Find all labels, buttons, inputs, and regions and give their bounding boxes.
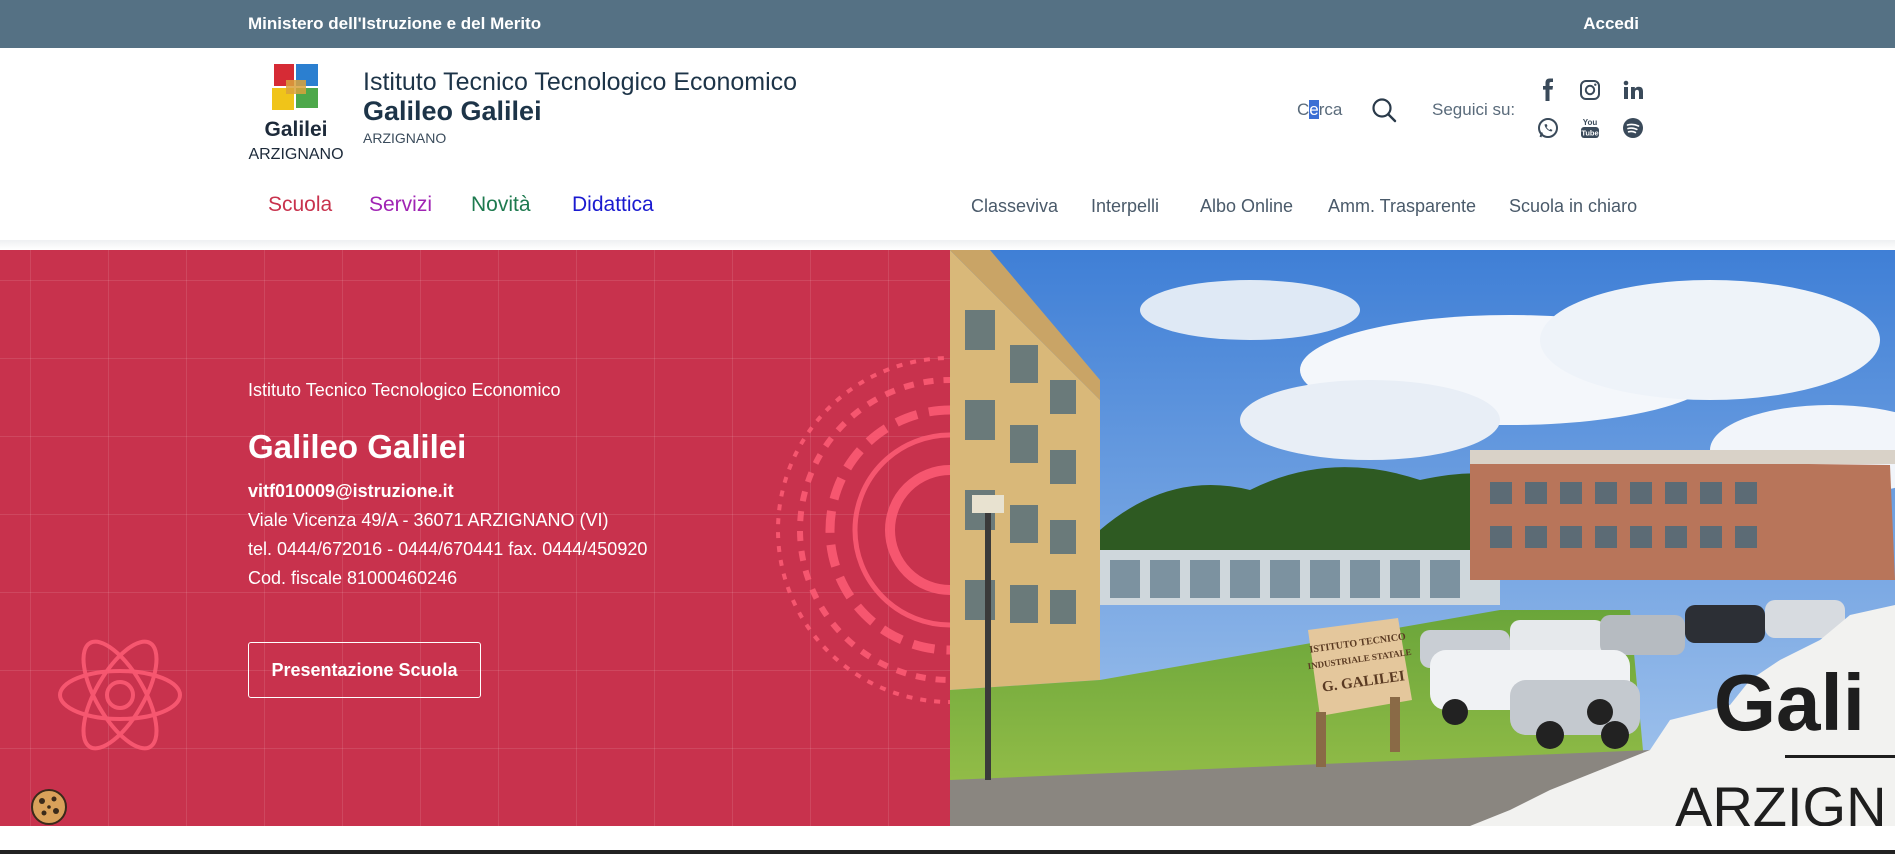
svg-text:You: You (1583, 118, 1598, 127)
link-amm-trasparente[interactable]: Amm. Trasparente (1328, 196, 1476, 217)
link-interpelli[interactable]: Interpelli (1091, 196, 1159, 217)
facebook-icon[interactable] (1536, 78, 1560, 102)
atom-icon (58, 639, 182, 751)
whatsapp-icon[interactable] (1536, 116, 1560, 140)
circles-decoration-icon (776, 356, 950, 704)
nav-novita[interactable]: Novità (471, 193, 531, 217)
youtube-icon[interactable]: You Tube (1578, 116, 1602, 140)
search-label[interactable]: Cerca (1297, 100, 1342, 120)
presentation-button[interactable]: Presentazione Scuola (248, 642, 481, 698)
svg-text:Tube: Tube (1581, 129, 1598, 138)
hero-phone: tel. 0444/672016 - 0444/670441 fax. 0444… (248, 539, 648, 559)
link-albo-online[interactable]: Albo Online (1200, 196, 1293, 217)
overlay-text-gali: Gali (1714, 658, 1865, 747)
linkedin-icon[interactable] (1621, 78, 1645, 102)
brand-subtitle[interactable]: Istituto Tecnico Tecnologico Economico (363, 68, 797, 97)
login-link[interactable]: Accedi (1583, 14, 1639, 34)
follow-label: Seguici su: (1432, 100, 1516, 119)
instagram-icon[interactable] (1578, 78, 1602, 102)
nav-didattica[interactable]: Didattica (572, 193, 654, 217)
hero-subtitle: Istituto Tecnico Tecnologico Economico (248, 380, 561, 400)
school-logo[interactable]: Galilei ARZIGNANO (248, 62, 344, 174)
brand-city: ARZIGNANO (363, 130, 447, 146)
site-header: Galilei ARZIGNANO Istituto Tecnico Tecno… (0, 48, 1895, 240)
search-button[interactable] (1370, 96, 1398, 124)
school-photo-illustration: ISTITUTO TECNICO INDUSTRIALE STATALE G. … (950, 250, 1895, 826)
hero-address: Viale Vicenza 49/A - 36071 ARZIGNANO (VI… (248, 510, 609, 530)
overlay-text-arzignano: ARZIGN (1675, 775, 1887, 826)
nav-servizi[interactable]: Servizi (369, 193, 432, 217)
ministry-link[interactable]: Ministero dell'Istruzione e del Merito (248, 14, 541, 34)
header-shadow (0, 240, 1895, 250)
search-icon (1372, 98, 1397, 123)
hero-email[interactable]: vitf010009@istruzione.it (248, 481, 454, 502)
link-classeviva[interactable]: Classeviva (971, 196, 1058, 217)
school-photo: ISTITUTO TECNICO INDUSTRIALE STATALE G. … (950, 250, 1895, 826)
spotify-icon[interactable] (1621, 116, 1645, 140)
brand-title[interactable]: Galileo Galilei (363, 96, 542, 127)
logo-mark-icon (272, 64, 318, 110)
logo-city: ARZIGNANO (248, 146, 344, 163)
hero-panel (0, 250, 950, 826)
page-bottom-border (0, 850, 1895, 854)
cookie-icon (31, 789, 67, 825)
nav-scuola[interactable]: Scuola (268, 193, 332, 217)
hero-title: Galileo Galilei (248, 428, 467, 465)
link-scuola-in-chiaro[interactable]: Scuola in chiaro (1509, 196, 1637, 217)
cookie-settings-button[interactable] (30, 788, 68, 826)
top-bar: Ministero dell'Istruzione e del Merito A… (0, 0, 1895, 48)
hero-tax-code: Cod. fiscale 81000460246 (248, 568, 458, 588)
logo-name: Galilei (264, 118, 328, 141)
